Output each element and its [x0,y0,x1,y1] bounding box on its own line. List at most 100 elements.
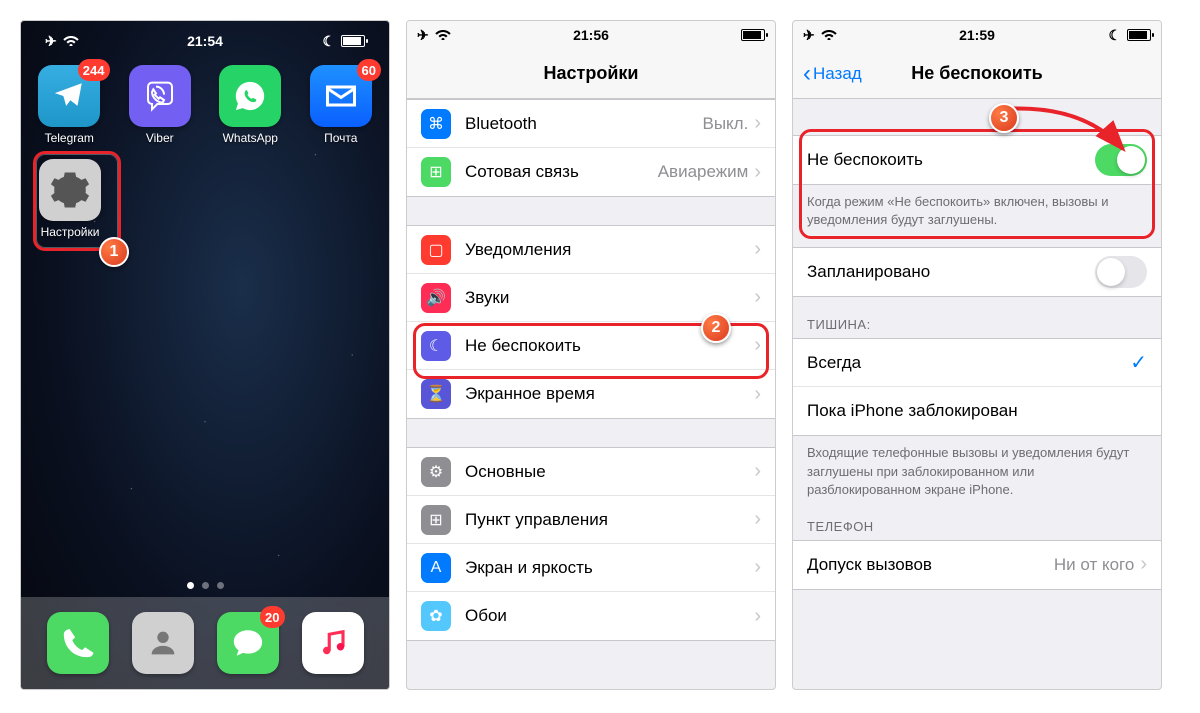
row-label: Не беспокоить [807,150,1095,170]
row-cellular[interactable]: ⊞ Сотовая связь Авиарежим › [407,148,775,196]
scheduled-toggle[interactable] [1095,256,1147,288]
chevron-left-icon: ‹ [803,60,811,88]
row-notifications[interactable]: ▢ Уведомления › [407,226,775,274]
status-bar: ✈︎ 21:59 ☾ [793,21,1161,49]
row-value: Авиарежим [658,162,749,182]
row-label: Bluetooth [465,114,702,134]
row-silence-locked[interactable]: Пока iPhone заблокирован [793,387,1161,435]
hourglass-icon: ⏳ [421,379,451,409]
airplane-icon: ✈︎ [45,33,57,50]
wifi-icon [821,27,837,43]
check-icon: ✓ [1130,350,1147,375]
status-time: 21:56 [573,27,609,43]
row-value: Выкл. [702,114,748,134]
phone-header: ТЕЛЕФОН [793,499,1161,540]
app-label: Viber [146,131,174,145]
dnd-toggle[interactable] [1095,144,1147,176]
back-label: Назад [813,64,862,84]
wifi-icon [63,33,79,49]
badge: 20 [260,606,284,628]
moon-icon: ☾ [421,331,451,361]
moon-icon: ☾ [1108,27,1121,44]
app-label: Telegram [45,131,94,145]
battery-icon [1127,29,1151,41]
page-indicator[interactable] [21,582,389,589]
app-settings[interactable]: Настройки [35,159,105,239]
status-bar: ✈︎ 21:56 [407,21,775,49]
row-display[interactable]: A Экран и яркость › [407,544,775,592]
screen-settings: ✈︎ 21:56 Настройки ⌘ Bluetooth Выкл. › ⊞… [406,20,776,690]
bluetooth-icon: ⌘ [421,109,451,139]
row-label: Сотовая связь [465,162,658,182]
page-title: Не беспокоить [911,63,1043,84]
app-whatsapp[interactable]: WhatsApp [216,65,285,145]
wifi-icon [435,27,451,43]
chevron-right-icon: › [754,383,761,406]
screen-dnd: ✈︎ 21:59 ☾ ‹ Назад Не беспокоить Не бесп… [792,20,1162,690]
row-label: Пункт управления [465,510,754,530]
gear-icon [39,159,101,221]
battery-icon [741,29,765,41]
dock: 20 [21,597,389,689]
brightness-icon: A [421,553,451,583]
row-scheduled: Запланировано [793,248,1161,296]
dnd-footer: Когда режим «Не беспокоить» включен, выз… [793,185,1161,229]
status-bar: ✈︎ 21:54 ☾ [35,27,375,55]
chevron-right-icon: › [754,508,761,531]
row-allow-calls[interactable]: Допуск вызовов Ни от кого › [793,541,1161,589]
row-label: Звуки [465,288,754,308]
flower-icon: ✿ [421,601,451,631]
row-bluetooth[interactable]: ⌘ Bluetooth Выкл. › [407,100,775,148]
app-mail[interactable]: 60 Почта [307,65,376,145]
chevron-right-icon: › [754,460,761,483]
step-marker-1: 1 [99,237,129,267]
row-wallpaper[interactable]: ✿ Обои › [407,592,775,640]
row-control-center[interactable]: ⊞ Пункт управления › [407,496,775,544]
app-label: Настройки [41,225,100,239]
row-silence-always[interactable]: Всегда ✓ [793,339,1161,387]
viber-icon [129,65,191,127]
row-general[interactable]: ⚙ Основные › [407,448,775,496]
airplane-icon: ✈︎ [417,27,429,44]
badge: 60 [357,59,381,81]
music-icon [302,612,364,674]
nav-header: Настройки [407,49,775,99]
row-label: Уведомления [465,240,754,260]
row-label: Экран и яркость [465,558,754,578]
row-label: Всегда [807,353,1130,373]
chevron-right-icon: › [1140,553,1147,576]
step-marker-2: 2 [701,313,731,343]
step-marker-3: 3 [989,103,1019,133]
row-dnd-toggle: Не беспокоить [793,136,1161,184]
row-label: Допуск вызовов [807,555,1054,575]
chevron-right-icon: › [754,238,761,261]
chevron-right-icon: › [754,605,761,628]
antenna-icon: ⊞ [421,157,451,187]
row-label: Экранное время [465,384,754,404]
silence-footer: Входящие телефонные вызовы и уведомления… [793,436,1161,499]
row-screentime[interactable]: ⏳ Экранное время › [407,370,775,418]
back-button[interactable]: ‹ Назад [803,60,862,88]
battery-icon [341,35,365,47]
switches-icon: ⊞ [421,505,451,535]
dock-phone[interactable] [47,612,109,674]
row-label: Запланировано [807,262,1095,282]
whatsapp-icon [219,65,281,127]
phone-icon [47,612,109,674]
sounds-icon: 🔊 [421,283,451,313]
app-viber[interactable]: Viber [126,65,195,145]
dock-music[interactable] [302,612,364,674]
app-telegram[interactable]: 244 Telegram [35,65,104,145]
row-value: Ни от кого [1054,555,1134,575]
row-label: Пока iPhone заблокирован [807,401,1147,421]
dock-contacts[interactable] [132,612,194,674]
chevron-right-icon: › [754,334,761,357]
notifications-icon: ▢ [421,235,451,265]
row-label: Основные [465,462,754,482]
chevron-right-icon: › [754,556,761,579]
chevron-right-icon: › [754,286,761,309]
app-label: Почта [324,131,357,145]
badge: 244 [78,59,110,81]
screen-home: ✈︎ 21:54 ☾ 244 Telegram [20,20,390,690]
dock-messages[interactable]: 20 [217,612,279,674]
